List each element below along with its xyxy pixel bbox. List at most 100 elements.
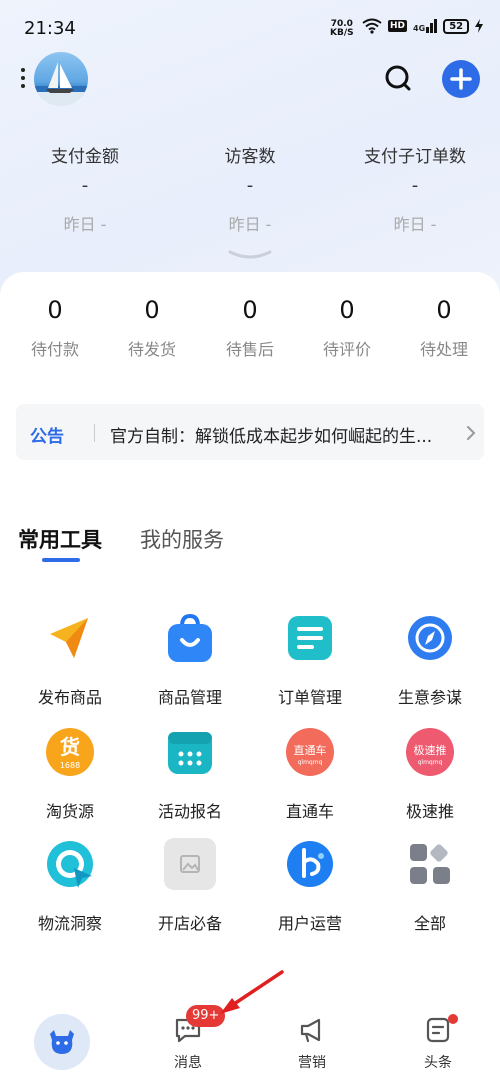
stat-value: - [411, 175, 419, 196]
tab-common-tools[interactable]: 常用工具 [18, 524, 102, 554]
tool-label: 物流洞察 [37, 914, 102, 933]
menu-dots-icon[interactable] [20, 68, 26, 90]
order-count: 0 [47, 296, 63, 324]
add-button[interactable] [442, 60, 480, 98]
shopping-bag-icon [164, 612, 216, 664]
nav-marketing[interactable]: 营销 [262, 1016, 362, 1072]
tool-ztc[interactable]: 直通车 qlmqmq 直通车 [250, 726, 370, 822]
order-count: 0 [436, 296, 452, 324]
wifi-icon [362, 18, 382, 34]
stat-visitors[interactable]: 访客数 - 昨日 - [170, 142, 330, 235]
calendar-grid-icon [164, 726, 216, 778]
stat-yesterday: 昨日 - [228, 215, 272, 234]
headlines-red-dot [448, 1014, 458, 1024]
source-goods-char: 货 [60, 735, 80, 759]
charging-icon [475, 19, 484, 33]
stat-yesterday: 昨日 - [63, 215, 107, 234]
ztc-char: 直通车 [294, 743, 327, 757]
avatar-sailboat-icon [34, 62, 88, 106]
tool-label: 全部 [413, 914, 446, 933]
tool-publish-product[interactable]: 发布商品 [10, 612, 130, 708]
nav-label: 消息 [174, 1055, 202, 1071]
jisutui-sub: qlmqmq [418, 759, 443, 766]
tool-jisutui[interactable]: 极速推 qlmqmq 极速推 [370, 726, 490, 822]
megaphone-icon [300, 1018, 321, 1043]
order-count: 0 [144, 296, 160, 324]
order-status-pending-payment[interactable]: 0 待付款 [16, 296, 94, 360]
hd-icon: HD [388, 20, 408, 32]
image-placeholder-icon [164, 838, 216, 890]
tool-label: 极速推 [405, 802, 454, 821]
order-label: 待付款 [30, 340, 79, 359]
order-status-pending-shipment[interactable]: 0 待发货 [113, 296, 191, 360]
tool-all[interactable]: 全部 [370, 838, 490, 934]
notice-divider [94, 424, 95, 442]
tab-my-services[interactable]: 我的服务 [140, 524, 224, 554]
jisutui-icon: 极速推 qlmqmq [404, 726, 456, 778]
tool-order-management[interactable]: 订单管理 [250, 612, 370, 708]
stat-yesterday: 昨日 - [393, 215, 437, 234]
tool-user-operations[interactable]: 用户运营 [250, 838, 370, 934]
tool-label: 发布商品 [37, 688, 102, 707]
order-label: 待发货 [127, 340, 176, 359]
order-status-pending-review[interactable]: 0 待评价 [308, 296, 386, 360]
paper-plane-icon [44, 612, 96, 664]
annotation-arrow-icon [220, 970, 284, 1014]
order-label: 待评价 [322, 340, 371, 359]
tool-label: 商品管理 [157, 688, 222, 707]
ztc-icon: 直通车 qlmqmq [284, 726, 336, 778]
order-count: 0 [339, 296, 355, 324]
network-speed: 70.0 KB/S [330, 20, 354, 38]
nav-label: 头条 [424, 1055, 452, 1071]
tool-label: 直通车 [285, 802, 334, 821]
search-icon[interactable] [382, 62, 414, 94]
signal-label: 4G [413, 24, 426, 33]
tool-label: 开店必备 [157, 914, 222, 933]
order-label: 待售后 [225, 340, 274, 359]
tool-label: 生意参谋 [397, 688, 462, 707]
nav-label: 营销 [298, 1055, 326, 1071]
tool-event-signup[interactable]: 活动报名 [130, 726, 250, 822]
ztc-sub: qlmqmq [298, 759, 323, 766]
chevron-right-icon [467, 426, 476, 440]
tool-store-essentials[interactable]: 开店必备 [130, 838, 250, 934]
tool-label: 淘货源 [45, 802, 94, 821]
stat-payment-amount[interactable]: 支付金额 - 昨日 - [5, 142, 165, 235]
nav-messages[interactable]: 消息 [138, 1016, 238, 1072]
order-label: 待处理 [419, 340, 468, 359]
nav-headlines[interactable]: 头条 [388, 1016, 488, 1072]
battery-icon: 52 [443, 18, 470, 34]
avatar[interactable] [34, 52, 88, 106]
tool-product-management[interactable]: 商品管理 [130, 612, 250, 708]
tool-label: 用户运营 [277, 914, 342, 933]
source-goods-icon: 货 1688 [44, 726, 96, 778]
plus-icon [450, 68, 472, 90]
status-bar: 21:34 70.0 KB/S HD 4G 52 [0, 0, 500, 60]
home-cow-icon [50, 1030, 74, 1054]
notice-bar[interactable]: 公告 官方自制：解锁低成本起步如何崛起的生... [16, 404, 484, 460]
notice-text: 官方自制：解锁低成本起步如何崛起的生... [110, 427, 433, 447]
jisutui-char: 极速推 [414, 743, 447, 757]
net-speed-unit: KB/S [330, 28, 354, 38]
tab-active-indicator [42, 558, 80, 562]
order-status-to-process[interactable]: 0 待处理 [405, 296, 483, 360]
tool-source-goods[interactable]: 货 1688 淘货源 [10, 726, 130, 822]
order-count: 0 [242, 296, 258, 324]
order-status-after-sales[interactable]: 0 待售后 [211, 296, 289, 360]
stat-sub-orders[interactable]: 支付子订单数 - 昨日 - [335, 142, 495, 235]
source-goods-sub: 1688 [60, 761, 80, 770]
signal-icon: 4G [413, 19, 438, 33]
status-time: 21:34 [24, 18, 76, 39]
tool-label: 订单管理 [277, 688, 342, 707]
stat-label: 支付子订单数 [364, 147, 466, 167]
tool-label: 活动报名 [157, 802, 222, 821]
compass-icon [404, 612, 456, 664]
order-list-icon [284, 612, 336, 664]
nav-home[interactable] [34, 1014, 90, 1070]
stat-value: - [246, 175, 254, 196]
tool-business-advisor[interactable]: 生意参谋 [370, 612, 490, 708]
stat-label: 支付金额 [51, 147, 119, 167]
expand-chevron-icon[interactable] [228, 248, 272, 262]
tool-logistics-insight[interactable]: 物流洞察 [10, 838, 130, 934]
user-ops-icon [284, 838, 336, 890]
